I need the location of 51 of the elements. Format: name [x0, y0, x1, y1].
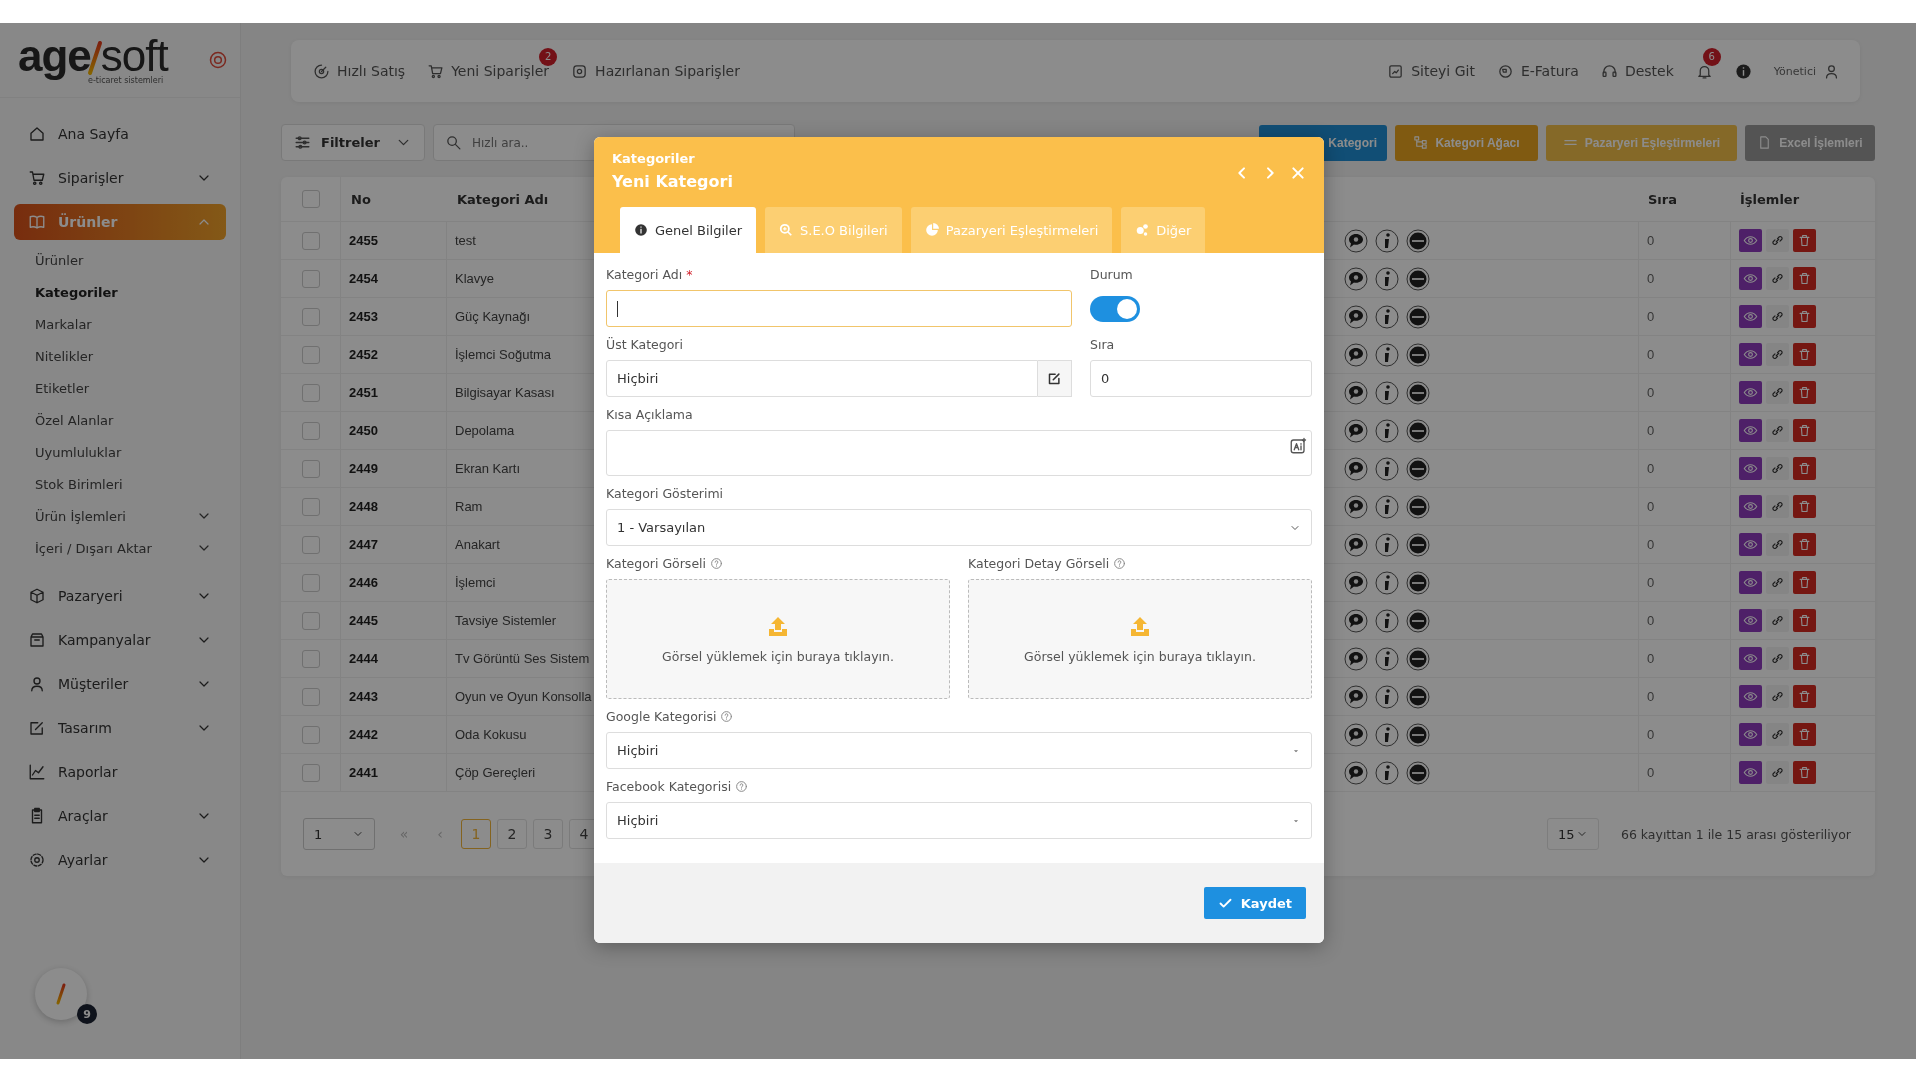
count-badge: 6 — [1702, 47, 1721, 66]
table-cell: 0 — [1638, 260, 1730, 298]
table-cell: 2442 — [341, 716, 447, 754]
field-label: Kategori Gösterimi — [606, 486, 724, 501]
dialog-title: Yeni Kategori — [612, 171, 733, 193]
table-cell: 2453 — [341, 298, 447, 336]
table-cell: 0 — [1638, 298, 1730, 336]
field-label: Kategori Detay Görseli — [968, 556, 1110, 571]
table-cell: 0 — [1638, 374, 1730, 412]
logo: age soft e-ticaret sistemleri — [18, 35, 168, 85]
table-cell: 0 — [1638, 602, 1730, 640]
field-label: Üst Kategori — [606, 337, 683, 352]
table-cell: 0 — [1638, 716, 1730, 754]
column-header: İşlemler — [1730, 177, 1875, 222]
table-cell: 0 — [1638, 450, 1730, 488]
table-cell: 2447 — [341, 526, 447, 564]
table-cell: 0 — [1638, 488, 1730, 526]
table-cell: 2448 — [341, 488, 447, 526]
table-cell: 2449 — [341, 450, 447, 488]
column-header: No — [341, 177, 447, 222]
table-cell: 2443 — [341, 678, 447, 716]
field-label: Facebook Kategorisi — [606, 779, 732, 794]
field-label: Google Kategorisi — [606, 709, 717, 724]
table-cell: 0 — [1638, 640, 1730, 678]
table-cell: 2451 — [341, 374, 447, 412]
table-cell: 0 — [1638, 222, 1730, 260]
table-cell: 0 — [1638, 754, 1730, 792]
table-cell: 0 — [1638, 678, 1730, 716]
column-header: Sıra — [1638, 177, 1730, 222]
count-badge: 9 — [77, 1004, 97, 1024]
table-cell: 2455 — [341, 222, 447, 260]
table-cell: 2445 — [341, 602, 447, 640]
required-mark: * — [686, 267, 693, 282]
field-label: Kategori Görseli — [606, 556, 707, 571]
field-label: Kısa Açıklama — [606, 407, 693, 422]
field-label: Sıra — [1090, 337, 1115, 352]
table-cell: 0 — [1638, 412, 1730, 450]
table-cell: 2446 — [341, 564, 447, 602]
table-cell: 2454 — [341, 260, 447, 298]
table-cell: 0 — [1638, 526, 1730, 564]
table-cell: 2444 — [341, 640, 447, 678]
record-summary: 66 kayıttan 1 ile 15 arası gösteriliyor — [1620, 826, 1851, 842]
field-label: Durum — [1090, 267, 1133, 282]
count-badge: 2 — [539, 47, 558, 66]
table-cell: 2452 — [341, 336, 447, 374]
table-cell: 2441 — [341, 754, 447, 792]
table-cell: 2450 — [341, 412, 447, 450]
table-cell: 0 — [1638, 564, 1730, 602]
table-cell: 0 — [1638, 336, 1730, 374]
dialog-subtitle: Kategoriler — [612, 151, 696, 167]
field-label: Kategori Adı — [606, 267, 683, 282]
